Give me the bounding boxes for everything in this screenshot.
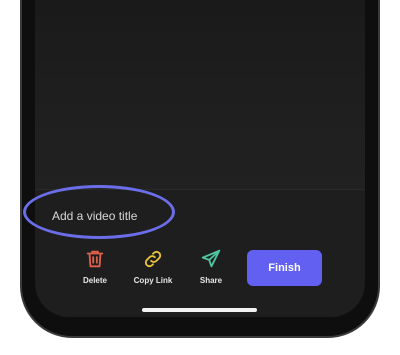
share-button[interactable]: Share xyxy=(181,248,241,285)
trash-icon xyxy=(86,250,104,268)
copy-link-label: Copy Link xyxy=(133,276,173,285)
video-preview xyxy=(35,0,365,190)
link-icon xyxy=(144,250,162,268)
home-indicator[interactable] xyxy=(142,308,257,312)
finish-button[interactable]: Finish xyxy=(247,250,322,286)
delete-button[interactable]: Delete xyxy=(65,248,125,285)
copy-link-button[interactable]: Copy Link xyxy=(123,248,183,285)
send-icon xyxy=(201,249,221,268)
app-screen: Add a video title Delete Copy Link Share… xyxy=(35,0,365,317)
delete-label: Delete xyxy=(82,276,107,285)
highlight-annotation-ring xyxy=(23,185,175,239)
share-label: Share xyxy=(199,276,223,285)
